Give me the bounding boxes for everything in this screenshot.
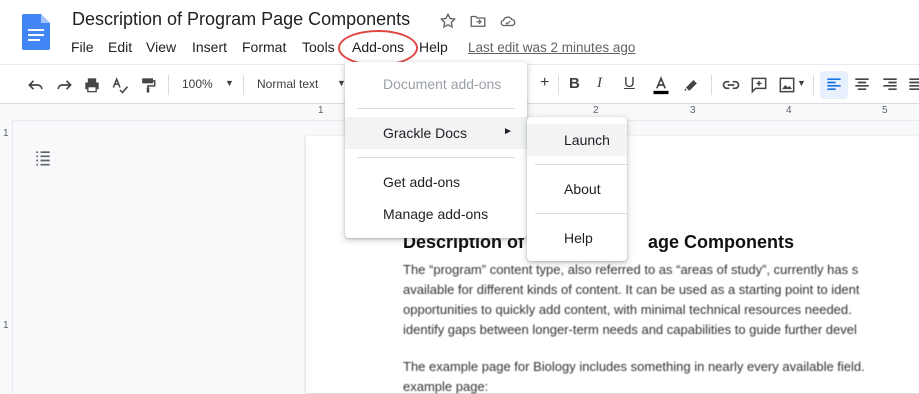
menu-divider	[357, 157, 515, 158]
menu-item-label: Help	[564, 230, 593, 246]
menu-item-label: Launch	[564, 132, 610, 148]
menu-item-label: Manage add-ons	[383, 206, 489, 222]
menu-item-help[interactable]: Help	[527, 222, 627, 254]
menu-help[interactable]: Help	[419, 39, 448, 55]
menu-item-grackle-docs[interactable]: Grackle Docs ►	[345, 117, 527, 149]
highlight-circle	[338, 30, 418, 66]
menu-item-manage-add-ons[interactable]: Manage add-ons	[345, 198, 527, 230]
align-left-icon	[827, 78, 841, 90]
heading-text: age Components	[648, 232, 795, 252]
paint-format-icon[interactable]	[138, 75, 158, 95]
style-select[interactable]: Normal text	[257, 77, 318, 91]
redo-icon[interactable]	[54, 75, 74, 95]
zoom-select[interactable]: 100%	[182, 77, 213, 91]
menu-item-label: Get add-ons	[383, 174, 461, 190]
toolbar-divider	[711, 75, 712, 95]
highlight-color-icon[interactable]	[681, 75, 701, 95]
menu-edit[interactable]: Edit	[108, 39, 132, 55]
text-color-icon[interactable]	[651, 75, 671, 95]
toolbar-divider	[558, 75, 559, 95]
insert-image-icon[interactable]	[777, 75, 797, 95]
menu-item-document-add-ons: Document add-ons	[345, 68, 527, 100]
align-center-icon[interactable]	[852, 75, 872, 95]
italic-icon[interactable]: I	[597, 75, 602, 92]
print-icon[interactable]	[82, 75, 102, 95]
header-bar: Description of Program Page Components F…	[0, 0, 919, 66]
menu-divider	[357, 108, 515, 109]
ruler-number: 3	[690, 105, 696, 116]
add-ons-dropdown: Document add-ons Grackle Docs ► Get add-…	[345, 62, 527, 238]
ruler-number: 1	[318, 105, 324, 116]
paragraph-line: available for different kinds of content…	[403, 282, 860, 297]
last-edit-link[interactable]: Last edit was 2 minutes ago	[468, 40, 635, 55]
submenu-arrow-icon: ►	[503, 126, 513, 137]
menu-item-label: Grackle Docs	[383, 125, 468, 141]
menu-file[interactable]: File	[71, 39, 94, 55]
spellcheck-icon[interactable]	[110, 75, 130, 95]
cloud-status-icon[interactable]	[499, 12, 517, 30]
insert-link-icon[interactable]	[721, 75, 741, 95]
align-justify-icon[interactable]	[906, 75, 919, 95]
align-right-icon[interactable]	[880, 75, 900, 95]
ruler-number: 4	[786, 105, 792, 116]
menu-tools[interactable]: Tools	[302, 39, 335, 55]
paragraph-line: The example page for Biology includes so…	[403, 359, 865, 374]
toolbar-divider	[168, 75, 169, 95]
menu-view[interactable]: View	[146, 39, 176, 55]
chevron-down-icon[interactable]: ▼	[225, 78, 234, 88]
document-title[interactable]: Description of Program Page Components	[72, 9, 410, 30]
increase-font-size-icon[interactable]: +	[540, 74, 549, 92]
menu-divider	[535, 213, 627, 214]
google-docs-logo-icon[interactable]	[22, 14, 50, 50]
paragraph-line: identify gaps between longer-term needs …	[403, 322, 857, 337]
chevron-down-icon[interactable]: ▼	[797, 78, 806, 88]
add-comment-icon[interactable]	[749, 75, 769, 95]
grackle-docs-submenu: Launch About Help	[527, 117, 627, 261]
vertical-ruler[interactable]: 1 1	[0, 120, 13, 393]
paragraph-line: The “program” content type, also referre…	[403, 262, 859, 277]
menu-item-about[interactable]: About	[527, 173, 627, 205]
menu-format[interactable]: Format	[242, 39, 286, 55]
menu-item-label: About	[564, 181, 601, 197]
bold-icon[interactable]: B	[569, 75, 580, 92]
paragraph-line: example page:	[403, 379, 489, 394]
paragraph-line: opportunities to quickly add content, wi…	[403, 302, 852, 317]
underline-icon[interactable]: U	[624, 74, 635, 91]
toolbar-divider	[243, 75, 244, 95]
undo-icon[interactable]	[26, 75, 46, 95]
menu-item-label: Document add-ons	[383, 76, 502, 92]
menu-item-get-add-ons[interactable]: Get add-ons	[345, 166, 527, 198]
menu-item-launch[interactable]: Launch	[527, 124, 627, 156]
move-folder-icon[interactable]	[469, 12, 487, 30]
menu-divider	[535, 164, 627, 165]
document-outline-icon[interactable]	[33, 148, 53, 168]
align-left-button[interactable]	[820, 71, 848, 99]
ruler-number: 2	[593, 105, 599, 116]
toolbar-divider	[813, 75, 814, 95]
star-icon[interactable]	[439, 12, 457, 30]
ruler-number: 5	[882, 105, 888, 116]
ruler-number: 1	[3, 128, 9, 139]
ruler-number: 1	[3, 320, 9, 331]
menu-insert[interactable]: Insert	[192, 39, 227, 55]
